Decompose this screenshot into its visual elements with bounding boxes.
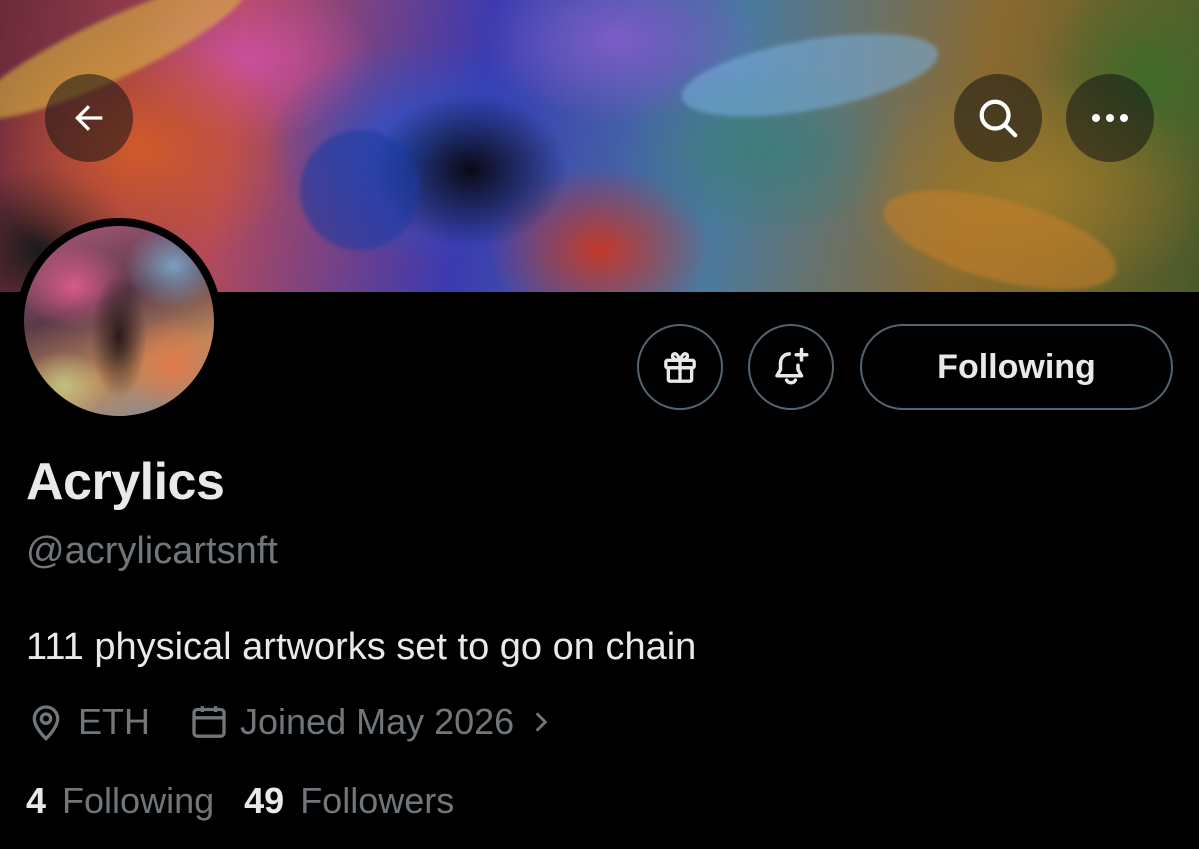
followers-count: 49 [244, 780, 285, 821]
join-date[interactable]: Joined May 2026 [188, 701, 554, 743]
profile-bio: 111 physical artworks set to go on chain [26, 626, 697, 668]
arrow-left-icon [75, 105, 103, 131]
profile-meta: ETH Joined May 2026 [26, 698, 554, 746]
profile-name: Acrylics [26, 453, 225, 511]
location-text: ETH [78, 701, 150, 742]
profile-stats: 4 Following 49 Followers [26, 780, 454, 822]
following-count: 4 [26, 780, 47, 821]
more-horizontal-icon [1092, 114, 1128, 122]
chevron-right-icon [535, 712, 548, 732]
gift-icon [664, 352, 696, 383]
followers-stat[interactable]: 49 Followers [244, 780, 454, 822]
profile-handle: @acrylicartsnft [26, 530, 278, 572]
calendar-icon [192, 706, 226, 738]
following-stat[interactable]: 4 Following [26, 780, 214, 822]
banner-art [300, 130, 420, 250]
bell-plus-icon [775, 347, 809, 385]
following-button[interactable]: Following [860, 324, 1173, 410]
location: ETH [26, 701, 150, 743]
avatar[interactable] [16, 218, 222, 424]
notifications-button[interactable] [748, 324, 834, 410]
banner-art [675, 17, 945, 133]
more-button[interactable] [1066, 74, 1154, 162]
gift-button[interactable] [637, 324, 723, 410]
back-button[interactable] [45, 74, 133, 162]
avatar-image [24, 226, 214, 416]
join-date-text: Joined May 2026 [240, 701, 515, 742]
followers-label: Followers [300, 780, 455, 821]
banner-art [873, 170, 1127, 292]
location-pin-icon [32, 705, 60, 741]
search-button[interactable] [954, 74, 1042, 162]
following-label: Following [62, 780, 215, 821]
search-icon [979, 99, 1018, 138]
